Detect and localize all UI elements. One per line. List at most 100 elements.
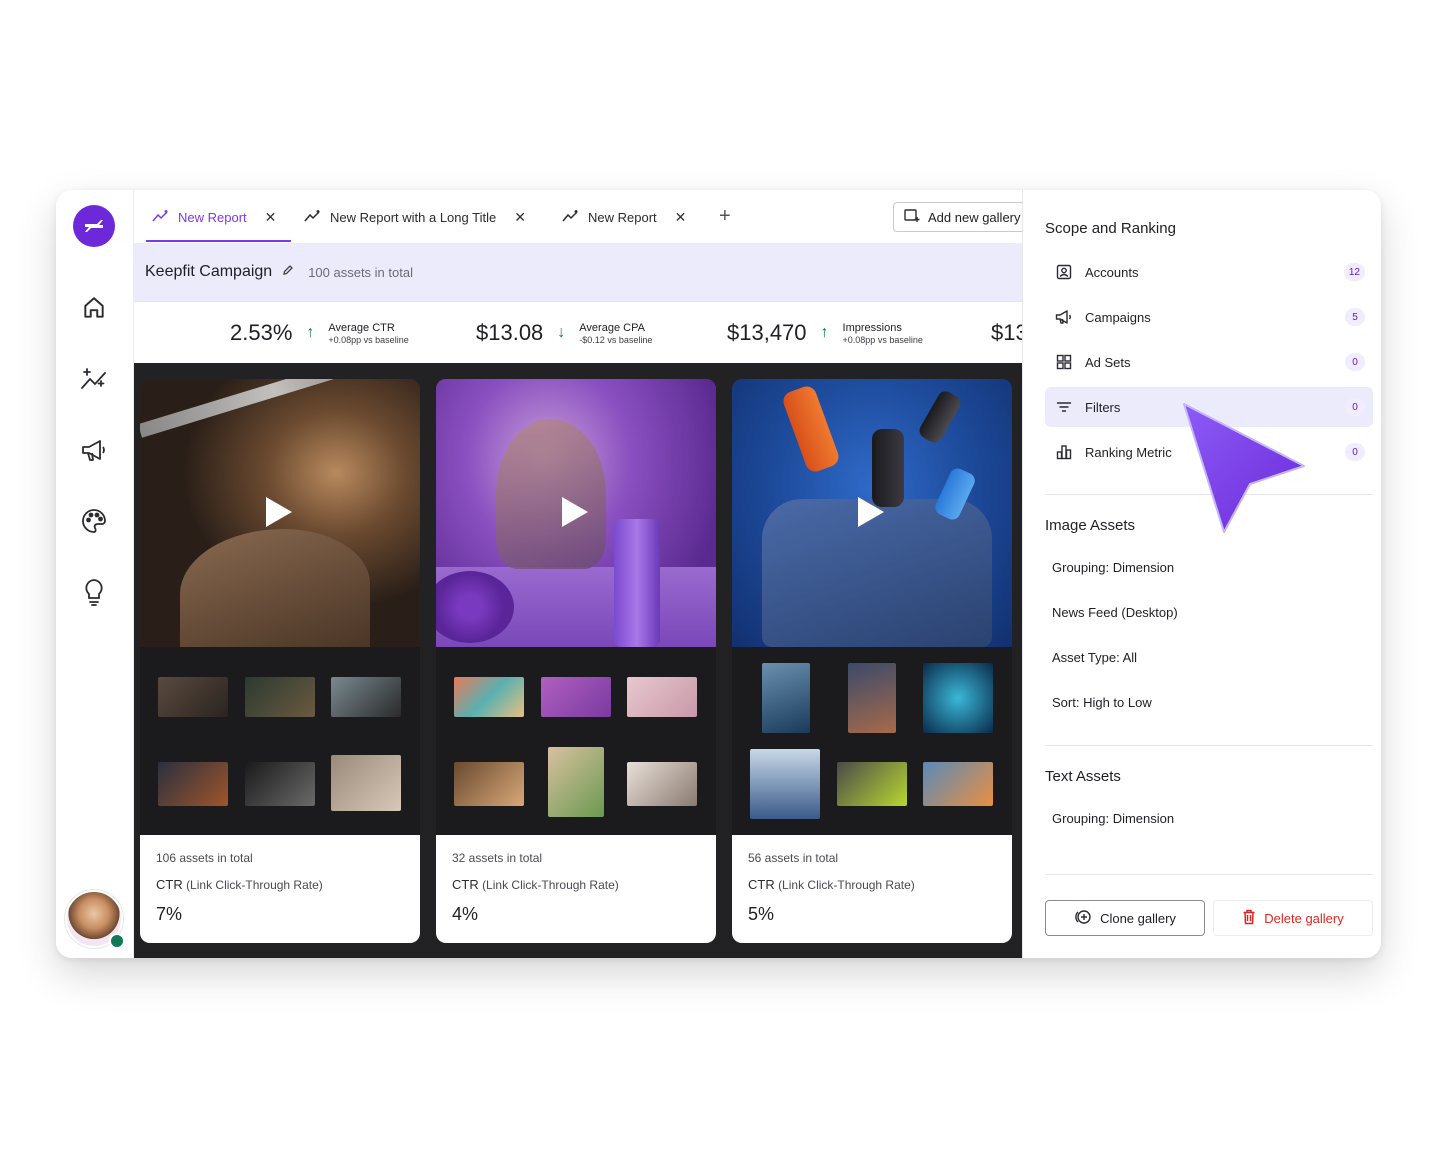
divider	[1045, 874, 1373, 875]
text-assets-title: Text Assets	[1045, 768, 1121, 785]
metric-label: Impressions	[842, 322, 902, 334]
tab-new-report[interactable]: New Report ✕	[152, 204, 276, 230]
lightbulb-icon[interactable]	[77, 575, 111, 609]
metric-desc: (Link Click-Through Rate)	[482, 878, 619, 892]
thumbnail[interactable]	[750, 749, 820, 819]
thumbnail[interactable]	[245, 677, 315, 717]
cursor-pointer-icon	[1180, 398, 1310, 538]
scope-item-accounts[interactable]: Accounts 12	[1045, 252, 1373, 292]
app-window: New Report ✕ New Report with a Long Titl…	[56, 190, 1381, 958]
divider	[1045, 745, 1373, 746]
thumbnail[interactable]	[923, 762, 993, 806]
thumbnail[interactable]	[331, 755, 401, 811]
metric-name: CTR (Link Click-Through Rate)	[452, 877, 700, 892]
thumbnail[interactable]	[627, 677, 697, 717]
image-placement[interactable]: News Feed (Desktop)	[1052, 605, 1178, 620]
scope-item-campaigns[interactable]: Campaigns 5	[1045, 297, 1373, 337]
metrics-bar: 2.53% ↑ Average CTR +0.08pp vs baseline …	[134, 301, 1022, 363]
image-asset-type[interactable]: Asset Type: All	[1052, 650, 1137, 665]
gallery-card[interactable]: 32 assets in total CTR (Link Click-Throu…	[436, 379, 716, 943]
add-gallery-button[interactable]: Add new gallery	[893, 202, 1036, 232]
metric-desc: (Link Click-Through Rate)	[186, 878, 323, 892]
active-tab-indicator	[146, 240, 291, 242]
close-icon[interactable]: ✕	[265, 209, 277, 226]
thumbnail[interactable]	[331, 677, 401, 717]
asset-count: 56 assets in total	[748, 851, 839, 865]
play-icon[interactable]	[858, 497, 884, 527]
arrow-up-icon: ↑	[820, 324, 829, 341]
scope-item-ad-sets[interactable]: Ad Sets 0	[1045, 342, 1373, 382]
sidebar	[56, 190, 134, 958]
thumbnail[interactable]	[762, 663, 810, 733]
image-sort[interactable]: Sort: High to Low	[1052, 695, 1152, 710]
edit-pencil-icon[interactable]	[282, 263, 294, 281]
brand-logo[interactable]	[73, 205, 115, 247]
clone-gallery-button[interactable]: Clone gallery	[1045, 900, 1205, 936]
megaphone-icon[interactable]	[77, 433, 111, 467]
text-grouping[interactable]: Grouping: Dimension	[1052, 811, 1174, 826]
chart-icon	[152, 209, 170, 226]
arrow-down-icon: ↓	[557, 324, 566, 341]
metric-abbr: CTR	[156, 877, 183, 892]
scope-item-label: Ad Sets	[1085, 354, 1131, 370]
video-thumbnail[interactable]	[436, 379, 716, 647]
metric-value: 5%	[748, 904, 775, 924]
arrow-up-icon: ↑	[306, 324, 315, 341]
online-status-dot	[109, 933, 125, 949]
home-icon[interactable]	[77, 291, 111, 325]
gallery-add-icon	[904, 208, 920, 226]
metric-name: CTR (Link Click-Through Rate)	[748, 877, 996, 892]
thumbnail[interactable]	[454, 762, 524, 806]
card-info: 56 assets in total CTR (Link Click-Throu…	[732, 835, 1012, 943]
tab-label: New Report	[588, 209, 657, 225]
video-thumbnail[interactable]	[732, 379, 1012, 647]
count-badge: 5	[1345, 308, 1365, 326]
thumbnail[interactable]	[158, 677, 228, 717]
delete-gallery-button[interactable]: Delete gallery	[1213, 900, 1373, 936]
metric-value: 7%	[156, 904, 183, 924]
close-icon[interactable]: ✕	[514, 209, 526, 226]
gallery-card[interactable]: 56 assets in total CTR (Link Click-Throu…	[732, 379, 1012, 943]
thumbnail[interactable]	[454, 677, 524, 717]
add-tab-button[interactable]: +	[719, 205, 731, 228]
sparkle-chart-icon[interactable]	[77, 362, 111, 396]
play-icon[interactable]	[562, 497, 588, 527]
metric-ctr: 2.53% ↑ Average CTR +0.08pp vs baseline	[230, 302, 409, 363]
clone-icon	[1074, 909, 1092, 928]
card-info: 32 assets in total CTR (Link Click-Throu…	[436, 835, 716, 943]
asset-count: 106 assets in total	[156, 851, 253, 865]
thumbnail[interactable]	[923, 663, 993, 733]
tab-new-report-2[interactable]: New Report ✕	[562, 204, 686, 230]
thumbnail[interactable]	[837, 762, 907, 806]
close-icon[interactable]: ✕	[675, 209, 687, 226]
metric-delta: -$0.12 vs baseline	[579, 335, 653, 345]
thumbnail[interactable]	[541, 677, 611, 717]
count-badge: 0	[1345, 398, 1365, 416]
black-bottle-shape	[916, 388, 964, 446]
scope-section-title: Scope and Ranking	[1045, 220, 1176, 237]
thumbnail[interactable]	[548, 747, 604, 817]
tab-new-report-long[interactable]: New Report with a Long Title ✕	[304, 204, 526, 230]
metric-value: 4%	[452, 904, 479, 924]
video-thumbnail[interactable]	[140, 379, 420, 649]
metric-truncated: $13	[991, 302, 1022, 363]
clone-gallery-label: Clone gallery	[1100, 910, 1176, 926]
campaign-asset-count: 100 assets in total	[308, 264, 413, 280]
metric-delta: +0.08pp vs baseline	[842, 335, 923, 345]
campaign-header: Keepfit Campaign 100 assets in total	[134, 243, 1022, 301]
megaphone-icon	[1055, 308, 1073, 326]
thumbnail[interactable]	[848, 663, 896, 733]
metric-name: CTR (Link Click-Through Rate)	[156, 877, 404, 892]
play-icon[interactable]	[266, 497, 292, 527]
metric-cpa: $13.08 ↓ Average CPA -$0.12 vs baseline	[476, 302, 652, 363]
chart-icon	[304, 209, 322, 226]
thumbnail[interactable]	[627, 762, 697, 806]
image-grouping[interactable]: Grouping: Dimension	[1052, 560, 1174, 575]
metric-value: $13.08	[476, 320, 544, 345]
thumbnail-grid	[140, 647, 420, 835]
palette-icon[interactable]	[77, 504, 111, 538]
thumbnail[interactable]	[245, 762, 315, 806]
metric-abbr: CTR	[452, 877, 479, 892]
thumbnail[interactable]	[158, 762, 228, 806]
gallery-card[interactable]: 106 assets in total CTR (Link Click-Thro…	[140, 379, 420, 943]
